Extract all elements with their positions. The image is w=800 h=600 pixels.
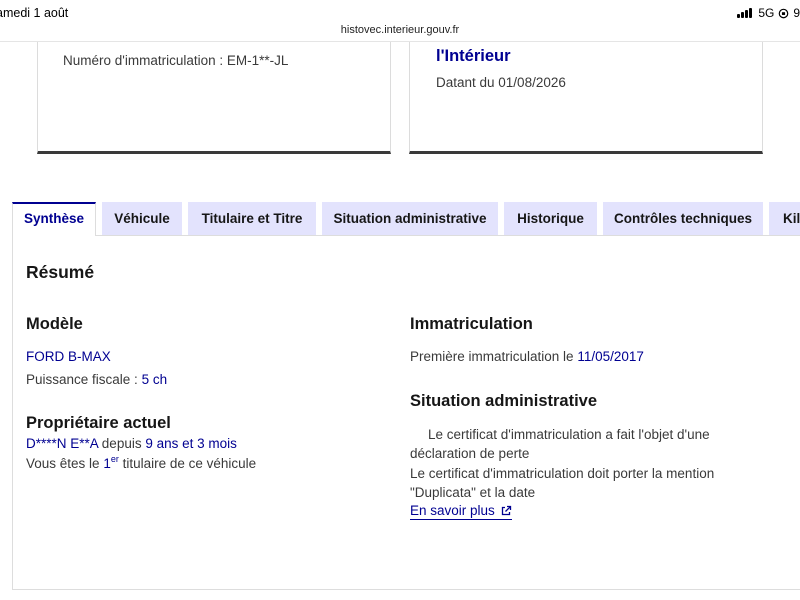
model-name: FORD B-MAX — [26, 349, 111, 364]
plate-number-label: Numéro d'immatriculation : EM-1**-JL — [63, 53, 289, 68]
tab-synthese[interactable]: Synthèse — [12, 202, 96, 236]
battery-level: 9( — [793, 6, 800, 20]
cellular-signal-icon — [737, 8, 753, 18]
owner-rank-prefix: Vous êtes le — [26, 456, 104, 471]
tab-historique[interactable]: Historique — [504, 202, 597, 235]
situation-line-2: déclaration de perte — [410, 446, 530, 461]
tab-kilometrage[interactable]: Kil — [769, 202, 800, 235]
owner-since-label: depuis — [98, 436, 146, 451]
address-bar-url[interactable]: histovec.interieur.gouv.fr — [0, 24, 800, 36]
vehicle-card: Numéro d'immatriculation : EM-1**-JL — [37, 42, 391, 154]
status-bar: amedi 1 août 5G 9( histovec.interieur.go… — [0, 0, 800, 42]
owner-rank: Vous êtes le 1er titulaire de ce véhicul… — [26, 453, 257, 471]
tab-situation-administrative[interactable]: Situation administrative — [322, 202, 498, 235]
learn-more-link[interactable]: En savoir plus — [410, 503, 512, 520]
owner-section-title: Propriétaire actuel — [26, 414, 171, 432]
owner-rank-number: 1er — [103, 453, 119, 471]
tab-titulaire-titre[interactable]: Titulaire et Titre — [188, 202, 316, 235]
first-registration: Première immatriculation le 11/05/2017 — [410, 349, 644, 364]
fiscal-power-value: 5 ch — [141, 372, 168, 387]
situation-section-title: Situation administrative — [410, 392, 598, 410]
report-card: l'Intérieur Datant du 01/08/2026 — [409, 42, 763, 154]
model-section-title: Modèle — [26, 315, 83, 333]
owner-info: D****N E**A depuis 9 ans et 3 mois — [26, 436, 237, 451]
situation-line-1: Le certificat d'immatriculation a fait l… — [428, 427, 710, 442]
tab-vehicule[interactable]: Véhicule — [102, 202, 182, 235]
fiscal-power-label: Puissance fiscale : — [26, 372, 142, 387]
issuer-name: l'Intérieur — [436, 47, 511, 65]
network-type: 5G — [758, 6, 775, 20]
owner-name: D****N E**A — [26, 436, 99, 451]
owner-rank-suffix: er — [110, 453, 119, 464]
status-time: amedi 1 août — [0, 6, 69, 20]
report-date: Datant du 01/08/2026 — [436, 75, 566, 90]
summary-title: Résumé — [26, 262, 95, 282]
fiscal-power: Puissance fiscale : 5 ch — [26, 372, 167, 387]
owner-rank-rest: titulaire de ce véhicule — [118, 456, 257, 471]
tab-bar: Synthèse Véhicule Titulaire et Titre Sit… — [0, 202, 800, 236]
owner-since-value: 9 ans et 3 mois — [145, 436, 237, 451]
situation-line-4: "Duplicata" et la date — [410, 485, 536, 500]
first-registration-label: Première immatriculation le — [410, 349, 578, 364]
situation-line-3: Le certificat d'immatriculation doit por… — [410, 466, 715, 481]
first-registration-date: 11/05/2017 — [577, 349, 644, 364]
status-indicators: 5G 9( — [737, 6, 800, 20]
tab-panel-synthese — [12, 235, 800, 590]
orientation-lock-icon — [779, 8, 789, 18]
immatriculation-section-title: Immatriculation — [410, 315, 533, 333]
learn-more-label: En savoir plus — [410, 503, 495, 518]
tab-controles-techniques[interactable]: Contrôles techniques — [603, 202, 763, 235]
external-link-icon — [500, 505, 512, 517]
